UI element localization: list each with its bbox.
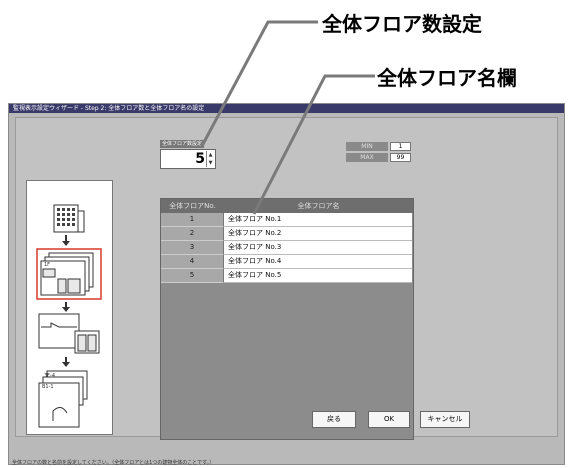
floor-plan-icon: [38, 313, 100, 354]
floor-name-grid: 全体フロアNo. 全体フロア名 1 全体フロア No.1 2 全体フロア No.…: [160, 198, 414, 440]
min-label: MIN: [346, 142, 388, 151]
min-value: 1: [390, 142, 411, 151]
floor-stack-icon: [40, 252, 94, 296]
spin-up-icon[interactable]: ▲: [207, 151, 214, 159]
floor-count-value[interactable]: 5: [195, 151, 205, 167]
floor-label-1f: 1F: [44, 262, 51, 268]
window-title: 監視表示設定ウィザード - Step 2: 全体フロア数と全体フロア名の設定: [9, 104, 564, 113]
arrow-down-icon: [62, 302, 70, 312]
floor-label-b1: B1-1: [42, 384, 54, 390]
ok-button[interactable]: OK: [368, 411, 410, 428]
callout-total-floor-name: 全体フロア名欄: [377, 66, 517, 90]
block-plan-icon: [38, 370, 88, 428]
max-label: MAX: [346, 153, 388, 162]
status-bar: 全体フロアの数と名前を設定してください。（全体フロアとは1つの建物全体のことです…: [12, 460, 215, 466]
floor-count-spinner[interactable]: 5 ▲ ▼: [160, 149, 216, 169]
column-header-floor-no: 全体フロアNo.: [161, 199, 224, 213]
back-button[interactable]: 戻る: [312, 411, 356, 428]
callout-total-floor-count: 全体フロア数設定: [322, 12, 482, 36]
arrow-down-icon: [62, 235, 70, 246]
wizard-client-area: 1F 3F-4 B1-1 全体フロア数設定 5 ▲ ▼ MIN 1 MAX 99…: [15, 117, 558, 440]
floor-no-cell: 4: [161, 255, 224, 269]
spin-buttons[interactable]: ▲ ▼: [206, 151, 214, 167]
floor-name-cell[interactable]: 全体フロア No.4: [224, 255, 412, 269]
building-floors-illustration: [36, 204, 102, 428]
spin-down-icon[interactable]: ▼: [207, 159, 214, 167]
floor-no-cell: 3: [161, 241, 224, 255]
wizard-window: 監視表示設定ウィザード - Step 2: 全体フロア数と全体フロア名の設定 1…: [8, 103, 565, 465]
floor-no-cell: 2: [161, 227, 224, 241]
floor-count-label: 全体フロア数設定: [160, 140, 204, 148]
step-illustration-panel: 1F 3F-4 B1-1: [26, 180, 113, 435]
arrow-down-icon: [62, 357, 70, 367]
floor-label-range: 3F-4: [44, 373, 56, 379]
cancel-button[interactable]: キャンセル: [420, 411, 470, 428]
floor-name-cell[interactable]: 全体フロア No.5: [224, 269, 412, 283]
floor-name-cell[interactable]: 全体フロア No.2: [224, 227, 412, 241]
column-header-floor-name: 全体フロア名: [224, 199, 413, 213]
building-icon: [53, 204, 85, 233]
floor-no-cell: 1: [161, 213, 224, 227]
max-value: 99: [390, 153, 411, 162]
floor-name-cell[interactable]: 全体フロア No.3: [224, 241, 412, 255]
floor-no-cell: 5: [161, 269, 224, 283]
floor-name-cell[interactable]: 全体フロア No.1: [224, 213, 412, 227]
